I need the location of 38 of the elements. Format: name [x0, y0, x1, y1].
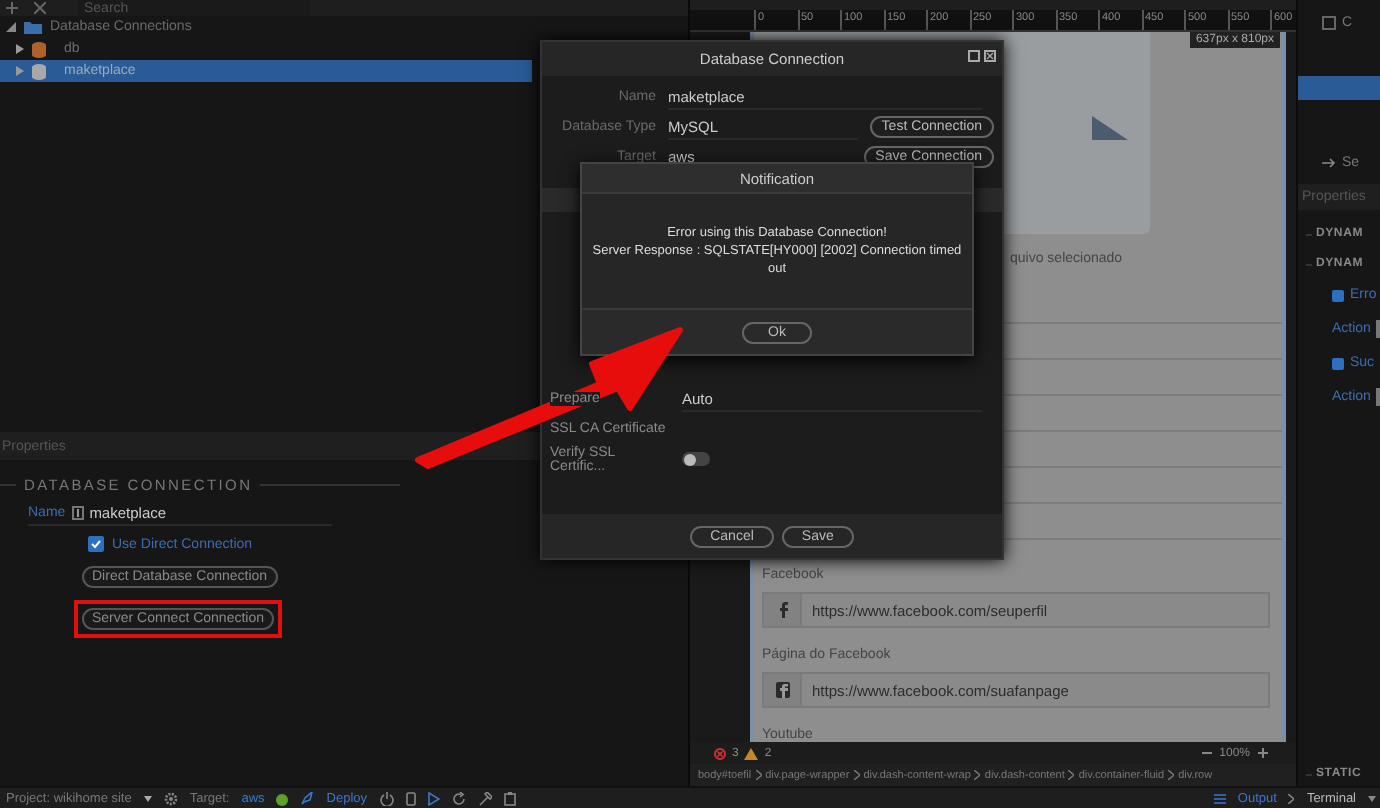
warning-icon[interactable] [744, 747, 759, 759]
settings-icon[interactable] [163, 792, 178, 806]
close-icon[interactable] [34, 2, 46, 14]
chevron-icon [853, 770, 860, 780]
arrow-icon [1322, 157, 1336, 167]
maximize-icon[interactable] [968, 50, 980, 62]
checkbox[interactable] [88, 536, 104, 552]
triangle-icon [1092, 116, 1128, 140]
error-icon[interactable] [714, 747, 726, 759]
folder-icon [24, 20, 42, 34]
collapse-arrow-icon[interactable] [6, 22, 16, 32]
chevron-icon [1068, 770, 1075, 780]
facebook-square-icon [775, 682, 789, 698]
chevron-icon [1168, 770, 1175, 780]
zoom-in-icon[interactable] [1258, 748, 1268, 758]
chevron-icon [974, 770, 981, 780]
play-icon[interactable] [427, 792, 440, 806]
caret-icon [143, 796, 152, 802]
phone-icon[interactable] [405, 792, 416, 806]
zoom-out-icon[interactable] [1201, 748, 1212, 758]
add-icon[interactable] [6, 2, 18, 14]
expand-arrow-icon[interactable] [14, 44, 24, 54]
redo-icon[interactable] [451, 792, 466, 806]
close-icon[interactable] [984, 50, 996, 62]
menu-icon[interactable] [1213, 794, 1226, 804]
caret-icon [1368, 796, 1376, 802]
status-dot-icon [276, 793, 289, 805]
facebook-icon [775, 602, 789, 618]
text-cursor-icon [71, 506, 84, 520]
chevron-icon [755, 770, 762, 780]
checkbox[interactable] [1332, 357, 1344, 369]
toggle-switch[interactable] [682, 452, 710, 466]
power-icon[interactable] [379, 792, 394, 806]
checkbox[interactable] [1322, 15, 1336, 29]
chevron-icon [1288, 794, 1295, 804]
checkbox[interactable] [1332, 289, 1344, 301]
clipboard-icon[interactable] [503, 792, 516, 806]
hammer-icon[interactable] [477, 792, 492, 806]
